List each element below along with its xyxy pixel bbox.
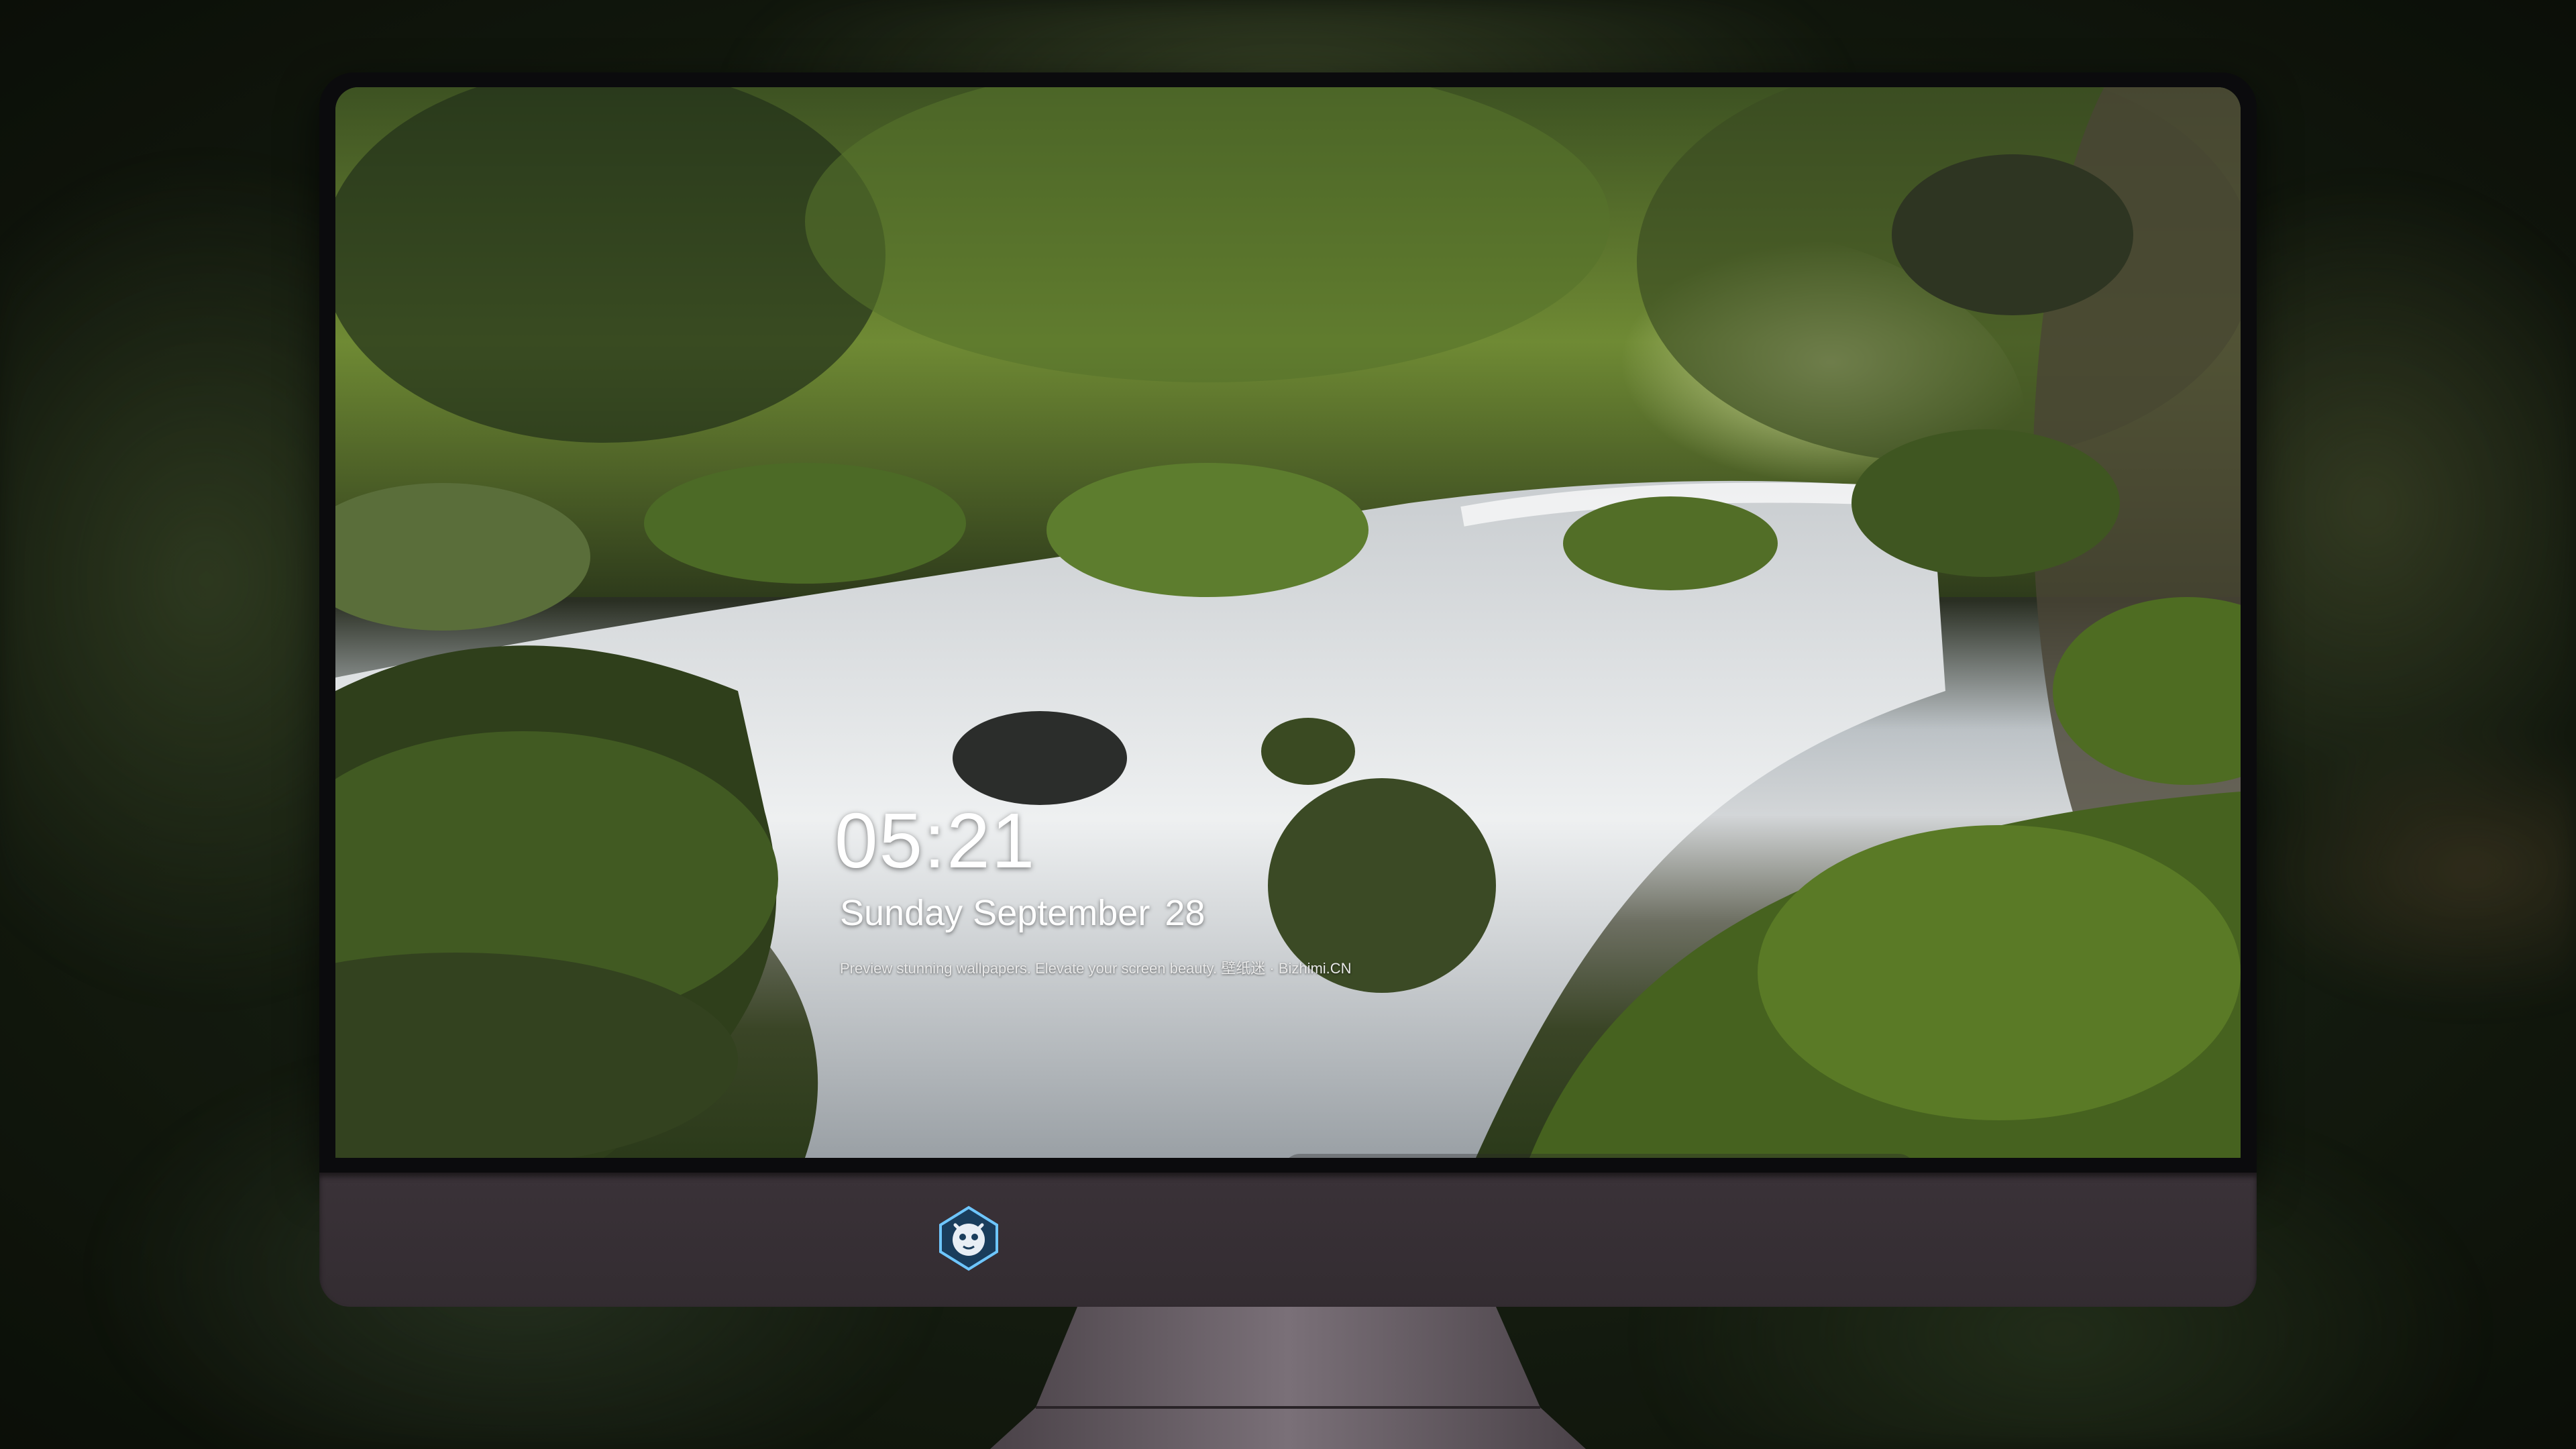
date-day: 28 bbox=[1165, 893, 1205, 933]
wallpaper-forest-river bbox=[335, 87, 2241, 1158]
screen: 05:21 Sunday September 28 Preview stunnin… bbox=[335, 87, 2241, 1158]
date-month: September bbox=[973, 893, 1150, 933]
monitor-stand bbox=[990, 1307, 1586, 1449]
monitor: 05:21 Sunday September 28 Preview stunnin… bbox=[319, 72, 2257, 1307]
monitor-chin bbox=[319, 1173, 2257, 1307]
date-weekday: Sunday bbox=[840, 893, 963, 933]
lockscreen-time: 05:21 bbox=[835, 797, 1036, 884]
wallpaper-tagline: Preview stunning wallpapers. Elevate you… bbox=[840, 960, 1352, 977]
dragon-mascot-icon bbox=[939, 1205, 998, 1271]
lockscreen-date: Sunday September 28 bbox=[840, 892, 1205, 934]
dock bbox=[1283, 1154, 1916, 1158]
monitor-bezel: 05:21 Sunday September 28 Preview stunnin… bbox=[319, 72, 2257, 1173]
